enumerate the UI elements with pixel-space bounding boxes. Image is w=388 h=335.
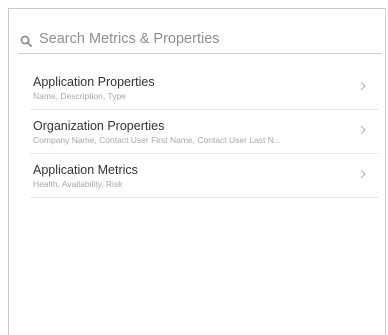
search-icon: [19, 34, 33, 48]
list-item-application-properties[interactable]: Application Properties Name, Description…: [30, 66, 379, 110]
chevron-right-icon: [360, 169, 366, 179]
item-title: Application Properties: [33, 75, 155, 89]
metrics-properties-panel: Application Properties Name, Description…: [8, 8, 386, 335]
list-item-organization-properties[interactable]: Organization Properties Company Name, Co…: [30, 110, 379, 154]
item-subtitle: Name, Description, Type: [33, 91, 126, 101]
list-item-application-metrics[interactable]: Application Metrics Health, Availability…: [30, 154, 379, 198]
item-title: Organization Properties: [33, 119, 165, 133]
search-input[interactable]: [39, 31, 381, 47]
item-subtitle: Company Name, Contact User First Name, C…: [33, 135, 281, 145]
item-title: Application Metrics: [33, 163, 138, 177]
search-bar: [19, 25, 381, 54]
chevron-right-icon: [360, 125, 366, 135]
chevron-right-icon: [360, 81, 366, 91]
item-subtitle: Health, Availability, Risk: [33, 179, 123, 189]
category-list: Application Properties Name, Description…: [30, 66, 379, 198]
